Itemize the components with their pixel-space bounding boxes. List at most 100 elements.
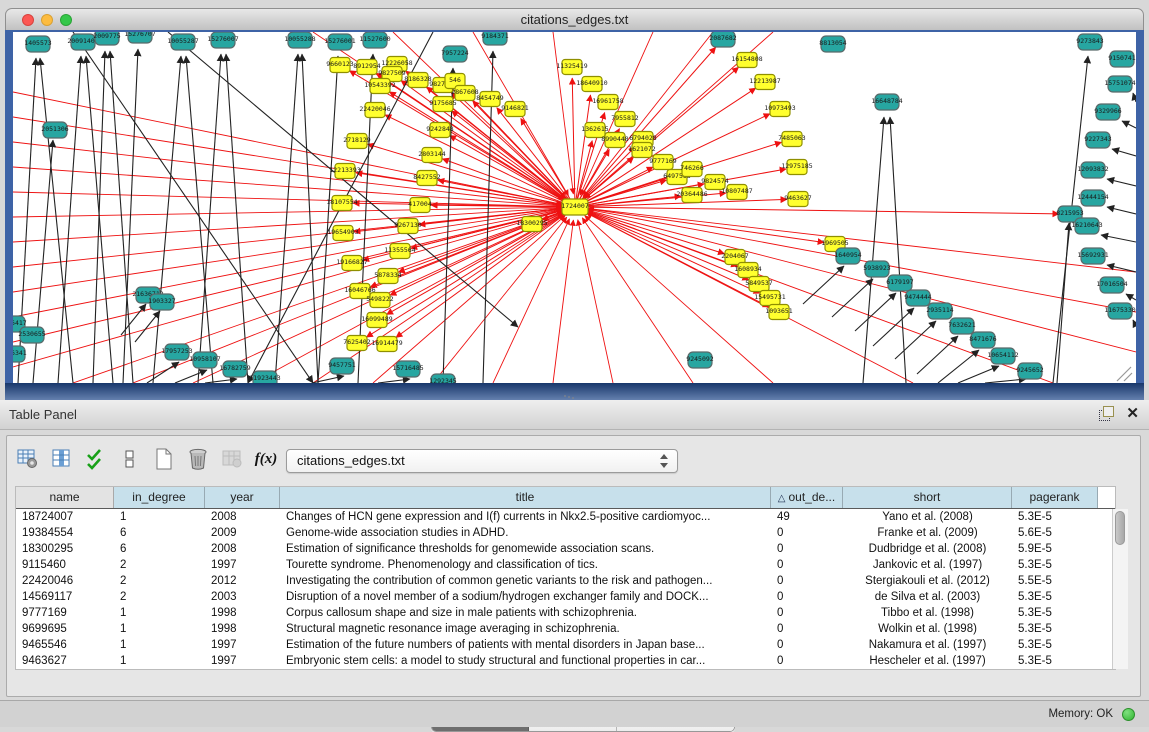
graph-node[interactable]: 1903327 [148,294,175,310]
graph-node[interactable]: 7955812 [611,112,638,127]
graph-node[interactable]: 9150741 [1108,51,1135,67]
graph-node[interactable]: 5938923 [863,261,890,277]
float-panel-icon[interactable] [1099,406,1114,421]
graph-node[interactable]: 2803144 [418,148,445,163]
graph-node[interactable]: 15276001 [324,34,355,50]
graph-node[interactable]: 11923443 [249,371,280,383]
graph-node[interactable]: 9329966 [1094,104,1121,120]
graph-node[interactable]: 11527600 [359,32,390,48]
graph-node[interactable]: 18640910 [576,77,607,92]
graph-node[interactable]: 11355564 [384,244,415,259]
graph-node[interactable]: 9777169 [649,155,676,170]
graph-node[interactable]: 11675330 [1104,303,1135,319]
graph-node[interactable]: 9463627 [784,192,811,207]
graph-node[interactable]: 8427552 [413,171,440,186]
graph-node[interactable]: 5878334 [374,269,401,284]
graph-node[interactable]: 7957224 [441,46,468,62]
table-selector-dropdown[interactable]: citations_edges.txt [286,449,678,473]
graph-node[interactable]: 8186328 [404,73,431,88]
graph-node[interactable]: 746266 [680,162,704,177]
graph-node[interactable]: 11325419 [556,60,587,75]
graph-node[interactable]: 9660123 [326,58,353,73]
graph-node[interactable]: 9267130 [394,219,421,234]
delete-column-icon[interactable] [187,447,209,471]
graph-node[interactable]: 16914479 [371,337,402,352]
graph-node[interactable]: 16099489 [361,313,392,328]
graph-node[interactable]: 8454749 [476,92,503,107]
graph-node[interactable]: 5849537 [745,277,772,292]
table-row[interactable]: 1872400712008Changes of HCN gene express… [16,509,1115,525]
graph-node[interactable]: 10958107 [189,352,220,368]
graph-node[interactable]: 17957253 [161,344,192,360]
vertical-scrollbar[interactable] [1112,509,1128,669]
graph-node[interactable]: 12975185 [781,160,812,175]
graph-node[interactable]: 15692931 [1077,248,1108,264]
scrollbar-thumb[interactable] [1115,511,1125,545]
graph-node[interactable]: 9245652 [1016,363,1043,379]
graph-node[interactable]: 16648784 [871,94,902,110]
graph-node[interactable]: 10807487 [721,185,752,200]
graph-node[interactable]: 1621072 [628,143,655,158]
graph-node[interactable]: 18107554 [326,196,357,211]
graph-node[interactable]: 10543392 [364,79,395,94]
graph-node[interactable]: 8990448 [601,133,628,148]
column-header-short[interactable]: short [843,487,1012,508]
graph-node[interactable]: 9457751 [328,358,355,374]
graph-node[interactable]: 9273843 [1076,34,1103,50]
graph-node[interactable]: 417004 [408,198,432,213]
graph-node[interactable]: 15751074 [1104,76,1135,92]
graph-node[interactable]: 1292345 [429,374,456,383]
graph-node[interactable]: 12444154 [1077,190,1108,206]
splitter-grip[interactable] [563,394,575,399]
graph-node[interactable]: 2051306 [41,122,68,138]
network-canvas[interactable]: 1132541918640910169617587955812136261589… [13,32,1136,383]
graph-node[interactable]: 6179197 [886,275,913,291]
table-row[interactable]: 1938455462009Genome-wide association stu… [16,525,1115,541]
graph-node[interactable]: 16782759 [219,361,250,377]
graph-node[interactable]: 10654112 [987,348,1018,364]
graph-node[interactable]: 15276007 [207,32,238,48]
graph-node[interactable]: 8471676 [969,332,996,348]
column-header-title[interactable]: title [280,487,771,508]
table-row[interactable]: 2242004622012Investigating the contribut… [16,573,1115,589]
column-header-pagerank[interactable]: pagerank [1012,487,1098,508]
graph-node[interactable]: 18300295 [516,217,547,232]
clear-selection-icon[interactable] [119,447,141,471]
graph-node[interactable]: 9227343 [1084,132,1111,148]
graph-node[interactable]: 2087682 [709,32,736,47]
graph-node[interactable]: 5498222 [366,293,393,308]
graph-node[interactable]: 1608934 [734,263,761,278]
canvas-resize-grip[interactable] [1117,367,1132,381]
graph-node[interactable]: 1640954 [834,248,861,264]
graph-node[interactable]: 9184371 [481,32,508,45]
graph-node[interactable]: 16210643 [1071,218,1102,234]
new-column-icon[interactable] [153,447,175,471]
graph-node[interactable]: 1986341 [13,346,27,362]
table-row[interactable]: 969969511998Structural magnetic resonanc… [16,621,1115,637]
table-mode-icon[interactable] [17,447,39,471]
graph-node[interactable]: 15276707 [124,32,155,43]
graph-node[interactable]: 9175685 [429,97,456,112]
graph-node[interactable]: 12213987 [749,75,780,90]
graph-node[interactable]: 8813054 [819,36,846,52]
graph-node[interactable]: 20364486 [676,188,707,203]
column-header-in_degree[interactable]: in_degree [114,487,205,508]
table-row[interactable]: 946362711997Embryonic stem cells: a mode… [16,653,1115,669]
graph-node[interactable]: 17016504 [1096,277,1127,293]
graph-node[interactable]: 7632621 [948,318,975,334]
graph-node[interactable]: 1093651 [765,305,792,320]
function-builder-icon[interactable]: f(x) [255,447,277,471]
graph-node[interactable]: 2009775 [93,32,120,45]
graph-node[interactable]: 9474444 [904,290,931,306]
graph-node[interactable]: 2935114 [926,303,953,319]
table-row[interactable]: 1830029562008Estimation of significance … [16,541,1115,557]
show-columns-icon[interactable] [51,447,73,471]
graph-node[interactable]: 9146821 [501,102,528,117]
graph-node[interactable]: 19654903 [327,226,358,241]
graph-node[interactable]: 1724007 [561,199,588,215]
column-header-out_degree[interactable]: △out_de... [771,487,843,508]
graph-node[interactable]: 7485063 [778,132,805,147]
column-header-year[interactable]: year [205,487,280,508]
graph-node[interactable]: 9245092 [686,352,713,368]
table-row[interactable]: 977716911998Corpus callosum shape and si… [16,605,1115,621]
